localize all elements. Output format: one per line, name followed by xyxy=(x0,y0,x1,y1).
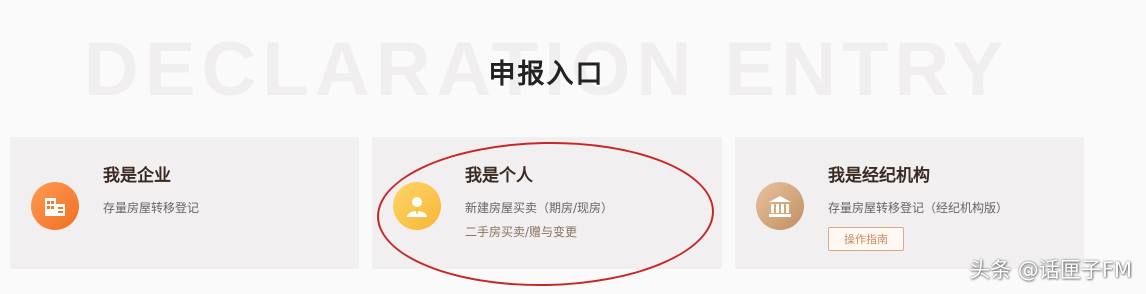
watermark: 头条 @话匣子FM xyxy=(969,258,1132,282)
card-person[interactable]: 我是个人 新建房屋买卖（期房/现房） 二手房买卖/赠与变更 xyxy=(372,137,722,269)
person-icon xyxy=(393,182,441,230)
card-title: 我是企业 xyxy=(103,166,171,186)
bank-icon xyxy=(756,182,804,230)
card-subtitle: 存量房屋转移登记（经纪机构版） xyxy=(828,201,1009,215)
building-icon xyxy=(31,182,79,230)
card-agency[interactable]: 我是经纪机构 存量房屋转移登记（经纪机构版） 操作指南 xyxy=(735,137,1084,269)
page-title: 申报入口 xyxy=(488,59,605,90)
card-company[interactable]: 我是企业 存量房屋转移登记 xyxy=(10,137,359,269)
card-subtitle: 新建房屋买卖（期房/现房） xyxy=(465,201,614,215)
card-title: 我是个人 xyxy=(465,166,533,186)
card-subtitle: 存量房屋转移登记 xyxy=(103,201,200,215)
card-title: 我是经纪机构 xyxy=(828,166,930,186)
card-subtitle-secondary: 二手房买卖/赠与变更 xyxy=(465,225,578,239)
operation-guide-button[interactable]: 操作指南 xyxy=(828,227,904,251)
